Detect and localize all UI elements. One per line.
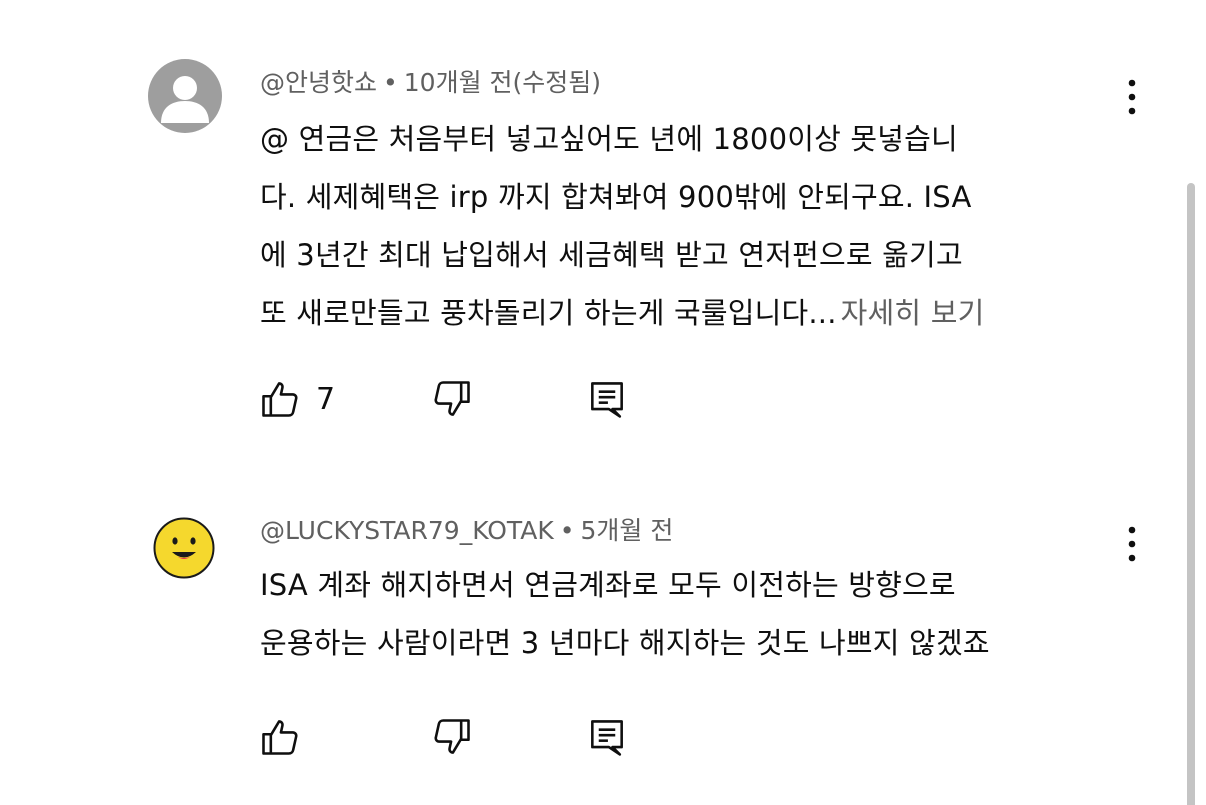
- reply-icon: [591, 382, 623, 418]
- smiley-face-icon: [153, 517, 215, 579]
- reply-button[interactable]: [585, 712, 629, 762]
- author-handle[interactable]: @안녕핫쇼: [260, 68, 377, 97]
- comment-line: 또 새로만들고 풍차돌리기 하는게 국룰입니다...: [260, 296, 837, 330]
- comment-line: 다. 세제혜택은 irp 까지 합쳐봐여 900밖에 안되구요. ISA: [260, 180, 972, 214]
- avatar[interactable]: [148, 59, 222, 133]
- like-button[interactable]: 7: [258, 374, 335, 424]
- meta-separator: •: [559, 516, 575, 545]
- comment-line-with-more: 또 새로만들고 풍차돌리기 하는게 국룰입니다... 자세히 보기: [260, 284, 1130, 342]
- like-icon: [262, 382, 298, 417]
- dislike-button[interactable]: [430, 374, 474, 424]
- dislike-icon: [434, 381, 470, 416]
- comment-time: 10개월 전(수정됨): [403, 68, 602, 97]
- scrollbar[interactable]: [1187, 183, 1195, 805]
- like-count: 7: [316, 381, 336, 417]
- read-more-link[interactable]: 자세히 보기: [841, 296, 985, 330]
- avatar[interactable]: [153, 517, 215, 579]
- reply-button[interactable]: [585, 374, 629, 424]
- comment-text: @ 연금은 처음부터 넣고싶어도 년에 1800이상 못넣습니 다. 세제혜택은…: [260, 110, 1130, 342]
- default-avatar-icon: [148, 59, 222, 133]
- like-button[interactable]: [258, 712, 302, 762]
- comment-line: ISA 계좌 해지하면서 연금계좌로 모두 이전하는 방향으로: [260, 568, 956, 602]
- comment-meta: @LUCKYSTAR79_KOTAK • 5개월 전: [260, 516, 673, 546]
- like-icon: [262, 720, 298, 755]
- comment-item: @LUCKYSTAR79_KOTAK • 5개월 전 ISA 계좌 해지하면서 연금…: [0, 500, 1180, 805]
- dislike-button[interactable]: [430, 712, 474, 762]
- dislike-icon: [434, 719, 470, 754]
- comment-time: 5개월 전: [580, 516, 674, 545]
- comment-item: @안녕핫쇼 • 10개월 전(수정됨) @ 연금은 처음부터 넣고싶어도 년에 18…: [0, 0, 1180, 470]
- author-handle[interactable]: @LUCKYSTAR79_KOTAK: [260, 516, 554, 545]
- comments-page: @안녕핫쇼 • 10개월 전(수정됨) @ 연금은 처음부터 넣고싶어도 년에 18…: [0, 0, 1206, 805]
- comment-meta: @안녕핫쇼 • 10개월 전(수정됨): [260, 68, 601, 98]
- comment-line: 운용하는 사람이라면 3 년마다 해지하는 것도 나쁘지 않겠죠: [260, 626, 990, 660]
- comment-line: @ 연금은 처음부터 넣고싶어도 년에 1800이상 못넣습니: [260, 122, 958, 156]
- comment-line: 에 3년간 최대 납입해서 세금혜택 받고 연저펀으로 옮기고: [260, 238, 963, 272]
- meta-separator: •: [383, 68, 398, 97]
- reply-icon: [591, 720, 623, 756]
- comment-text: ISA 계좌 해지하면서 연금계좌로 모두 이전하는 방향으로 운용하는 사람이…: [260, 556, 1130, 672]
